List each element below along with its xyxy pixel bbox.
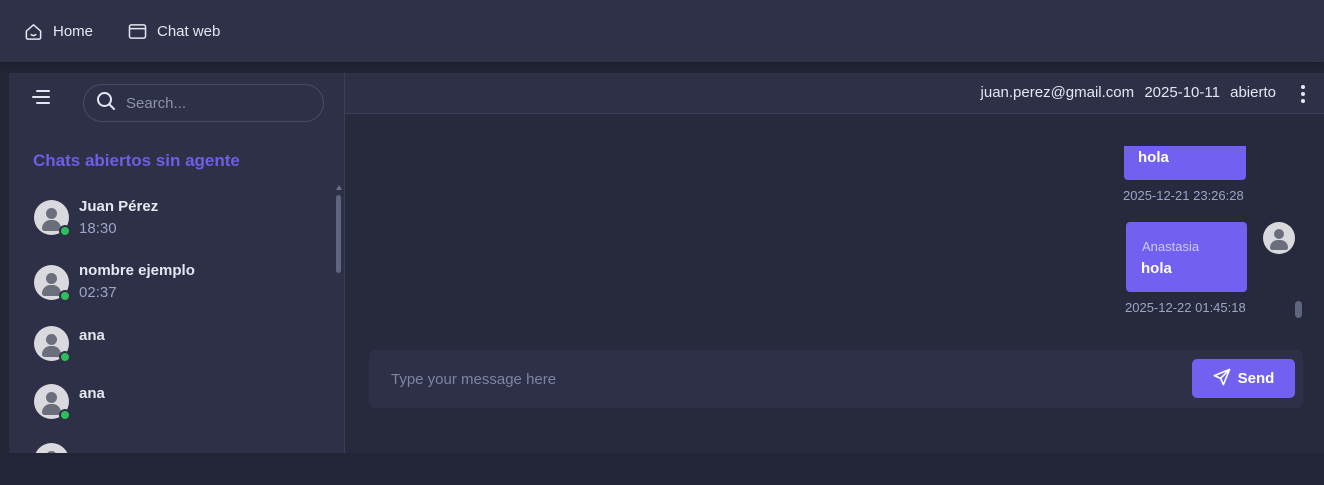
message-bubble: Anastasia hola bbox=[1126, 222, 1247, 292]
chat-list-scrollbar[interactable] bbox=[336, 185, 342, 453]
chat-header: juan.perez@gmail.com 2025-10-11 abierto bbox=[345, 73, 1324, 114]
message-timestamp: 2025-12-21 23:26:28 bbox=[1123, 188, 1244, 203]
chat-list: Juan Pérez 18:30 nombre ejemplo 02:37 an… bbox=[9, 185, 333, 453]
user-avatar-icon bbox=[34, 443, 69, 453]
message-sender: Anastasia bbox=[1142, 239, 1200, 254]
chat-last-time: 02:37 bbox=[79, 284, 117, 301]
send-button[interactable]: Send bbox=[1192, 359, 1295, 398]
online-status-dot bbox=[59, 225, 71, 237]
message-avatar bbox=[1263, 222, 1295, 254]
search-input[interactable] bbox=[126, 94, 306, 112]
more-options-icon[interactable] bbox=[1298, 85, 1308, 103]
message-timestamp: 2025-12-22 01:45:18 bbox=[1125, 300, 1246, 315]
nav-chat-web[interactable]: Chat web bbox=[128, 0, 220, 62]
section-title: Chats abiertos sin agente bbox=[33, 151, 240, 170]
chat-header-info: juan.perez@gmail.com 2025-10-11 abierto bbox=[981, 84, 1276, 101]
avatar bbox=[34, 384, 71, 421]
chat-date: 2025-10-11 bbox=[1144, 84, 1220, 101]
avatar bbox=[34, 443, 69, 453]
chat-app-container: Chats abiertos sin agente Juan Pérez 18:… bbox=[9, 73, 1324, 453]
avatar bbox=[34, 326, 71, 363]
chat-list-item[interactable] bbox=[9, 429, 333, 453]
send-button-label: Send bbox=[1237, 370, 1275, 387]
user-avatar-icon bbox=[1263, 222, 1295, 254]
chat-sidebar: Chats abiertos sin agente Juan Pérez 18:… bbox=[9, 73, 345, 453]
scrollbar-thumb[interactable] bbox=[336, 195, 341, 273]
chat-status: abierto bbox=[1230, 84, 1276, 101]
chat-list-item[interactable]: nombre ejemplo 02:37 bbox=[9, 249, 333, 313]
avatar bbox=[34, 200, 71, 237]
nav-chat-web-label: Chat web bbox=[157, 22, 221, 40]
message-composer: Send bbox=[369, 350, 1303, 408]
online-status-dot bbox=[59, 351, 71, 363]
messages-scrollbar-thumb[interactable] bbox=[1295, 301, 1302, 318]
chat-contact-name: ana bbox=[79, 385, 105, 402]
search-box bbox=[83, 84, 324, 122]
search-icon bbox=[96, 91, 116, 116]
message-input[interactable] bbox=[391, 367, 1171, 391]
chat-contact-name: nombre ejemplo bbox=[79, 262, 195, 279]
browser-window-icon bbox=[128, 23, 147, 40]
message-area: hola 2025-12-21 23:26:28 Anastasia hola … bbox=[345, 114, 1324, 325]
scroll-up-arrow-icon[interactable] bbox=[336, 185, 342, 190]
online-status-dot bbox=[59, 409, 71, 421]
nav-home-label: Home bbox=[53, 22, 94, 40]
chat-contact-name: ana bbox=[79, 327, 105, 344]
home-icon bbox=[24, 22, 43, 41]
avatar bbox=[34, 265, 71, 302]
sidebar-menu-toggle[interactable] bbox=[31, 87, 53, 107]
contact-email: juan.perez@gmail.com bbox=[980, 84, 1135, 101]
online-status-dot bbox=[59, 290, 71, 302]
send-paper-plane-icon bbox=[1213, 368, 1231, 390]
top-navbar: Home Chat web bbox=[0, 0, 1324, 62]
chat-list-item[interactable]: ana bbox=[9, 371, 333, 429]
message-bubble: hola bbox=[1124, 146, 1246, 180]
message-text: hola bbox=[1138, 149, 1169, 166]
chat-list-item[interactable]: Juan Pérez 18:30 bbox=[9, 185, 333, 249]
menu-lines-icon bbox=[31, 90, 53, 111]
chat-last-time: 18:30 bbox=[79, 220, 117, 237]
chat-contact-name: Juan Pérez bbox=[79, 198, 159, 215]
message-text: hola bbox=[1141, 260, 1172, 277]
nav-home[interactable]: Home bbox=[24, 0, 93, 62]
chat-list-item[interactable]: ana bbox=[9, 313, 333, 371]
